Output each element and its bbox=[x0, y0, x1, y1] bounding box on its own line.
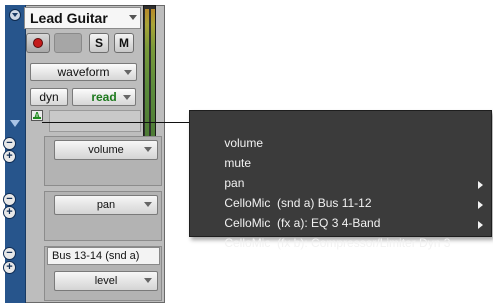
chevron-right-icon bbox=[478, 201, 483, 209]
menu-item-send-a[interactable]: CelloMic (snd a) Bus 11-12 bbox=[190, 175, 491, 210]
lane-selector-level[interactable]: level bbox=[54, 271, 158, 291]
track-name: Lead Guitar bbox=[30, 10, 108, 26]
chevron-down-icon bbox=[144, 147, 152, 152]
mute-button[interactable]: M bbox=[114, 33, 134, 53]
chevron-right-icon bbox=[478, 221, 483, 229]
menu-item-fx-b[interactable]: CelloMic (fx b): Compressor/Limiter Dyn … bbox=[190, 215, 491, 250]
track-view-selector[interactable]: waveform bbox=[30, 63, 137, 81]
add-lane-icon[interactable]: + bbox=[3, 150, 16, 163]
track-name-field[interactable]: Lead Guitar bbox=[24, 7, 141, 29]
lane-selector-volume[interactable]: volume bbox=[54, 140, 158, 160]
automation-lane-header bbox=[49, 110, 141, 132]
remove-lane-icon[interactable]: − bbox=[3, 193, 16, 206]
menu-item-mute[interactable]: mute bbox=[190, 135, 491, 170]
chevron-right-icon bbox=[478, 181, 483, 189]
lane-label: pan bbox=[96, 199, 116, 211]
lane-label: volume bbox=[88, 144, 124, 156]
callout-line bbox=[42, 122, 190, 123]
record-enable-button[interactable] bbox=[26, 33, 50, 53]
add-lane-icon[interactable]: + bbox=[3, 261, 16, 274]
expand-track-icon[interactable] bbox=[9, 9, 21, 21]
track-view-label: waveform bbox=[57, 65, 110, 79]
chevron-down-icon bbox=[144, 278, 152, 283]
automation-mode-selector[interactable]: read bbox=[72, 88, 136, 106]
chevron-down-icon bbox=[129, 15, 137, 20]
automation-mode-label: read bbox=[91, 90, 117, 104]
menu-item-volume[interactable]: volume bbox=[190, 115, 491, 150]
lane-label: level bbox=[94, 275, 118, 287]
automation-lane-badge[interactable]: A bbox=[31, 110, 43, 121]
dyn-button[interactable]: dyn bbox=[30, 88, 68, 106]
remove-lane-icon[interactable]: − bbox=[3, 247, 16, 260]
chevron-down-icon bbox=[123, 95, 131, 100]
add-lane-icon[interactable]: + bbox=[3, 206, 16, 219]
show-automation-lanes-icon[interactable] bbox=[10, 120, 20, 127]
remove-lane-icon[interactable]: − bbox=[3, 137, 16, 150]
meter-bar-right bbox=[151, 9, 155, 139]
meter-bar-left bbox=[145, 9, 149, 139]
chevron-down-icon bbox=[124, 70, 132, 75]
menu-item-label: CelloMic (fx b): Compressor/Limiter Dyn … bbox=[224, 236, 451, 250]
input-monitor-button[interactable] bbox=[54, 33, 82, 53]
menu-item-fx-a[interactable]: CelloMic (fx a): EQ 3 4-Band bbox=[190, 195, 491, 230]
send-name-label: Bus 13-14 (snd a) bbox=[47, 247, 160, 265]
automation-lane-popup-menu: volume mute pan CelloMic (snd a) Bus 11-… bbox=[189, 110, 492, 250]
lane-selector-pan[interactable]: pan bbox=[54, 195, 158, 215]
solo-button[interactable]: S bbox=[89, 33, 109, 53]
menu-item-pan[interactable]: pan bbox=[190, 155, 491, 190]
chevron-down-icon bbox=[144, 202, 152, 207]
